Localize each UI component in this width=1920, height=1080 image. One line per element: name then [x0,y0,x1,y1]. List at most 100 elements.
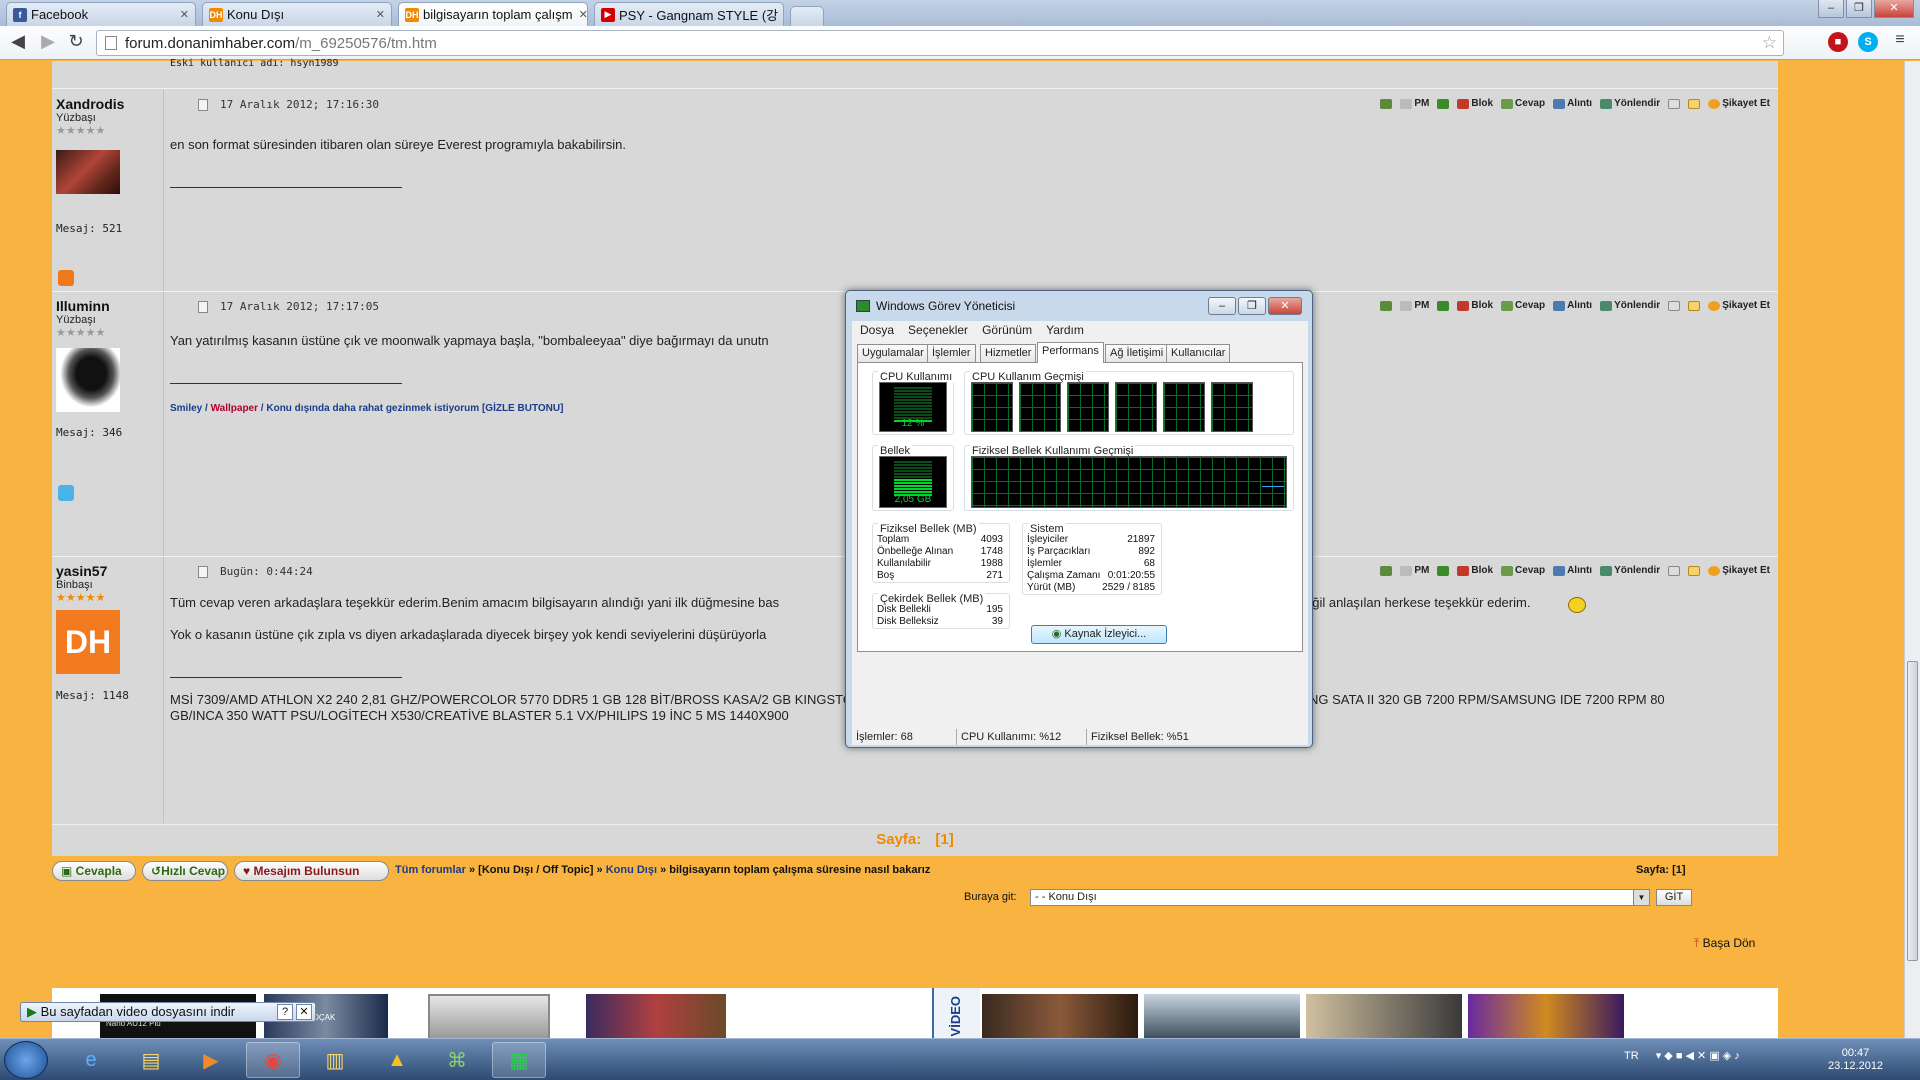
folder-icon[interactable] [1688,565,1701,576]
page-link[interactable]: [1] [1672,864,1685,876]
reply-button[interactable]: Cevap [1501,565,1545,576]
document-icon[interactable] [1668,300,1681,311]
pm-button[interactable]: PM [1400,565,1429,576]
quick-reply-button[interactable]: ↺Hızlı Cevap [142,861,228,881]
rss-icon[interactable] [58,270,74,286]
video-thumbnail[interactable] [1306,994,1462,1040]
task-manager-taskbar-icon[interactable]: ▦ [492,1042,546,1078]
twitter-icon[interactable] [58,485,74,501]
avatar[interactable] [56,150,120,194]
report-button[interactable]: Şikayet Et [1708,565,1770,576]
forward-button[interactable]: Yönlendir [1600,300,1660,311]
chrome-icon[interactable]: ◉ [246,1042,300,1078]
block-button[interactable]: Blok [1457,565,1493,576]
sig-link-wallpaper[interactable]: Wallpaper [211,403,258,414]
video-thumbnail[interactable] [982,994,1138,1040]
breadcrumb-all-forums[interactable]: Tüm forumlar [395,864,466,876]
folder-icon[interactable]: ▤ [124,1042,178,1078]
reply-button[interactable]: Cevap [1501,300,1545,311]
folder-icon[interactable] [1688,300,1701,311]
dh-logo-avatar[interactable]: DH [56,610,120,674]
goto-forum-select[interactable]: - - Konu Dışı ▼ [1030,889,1650,906]
reply-button[interactable]: Cevap [1501,98,1545,109]
internet-explorer-icon[interactable]: e [64,1042,118,1078]
pm-button[interactable]: PM [1400,300,1429,311]
report-button[interactable]: Şikayet Et [1708,98,1770,109]
menu-view[interactable]: Görünüm [982,321,1032,339]
quote-button[interactable]: Alıntı [1553,565,1592,576]
explorer-icon[interactable]: ▥ [308,1042,362,1078]
email-icon[interactable] [1380,300,1393,311]
menu-file[interactable]: Dosya [860,321,894,339]
add-friend-icon[interactable] [1437,300,1450,311]
minimize-button[interactable]: – [1818,0,1844,18]
close-window-button[interactable]: ✕ [1268,297,1302,315]
document-icon[interactable] [1668,98,1681,109]
video-thumbnail[interactable] [1468,994,1624,1040]
forward-arrow-icon[interactable]: ▶ [36,31,60,52]
new-tab-button[interactable] [790,6,824,26]
start-button[interactable] [4,1041,48,1079]
username[interactable]: Illuminn [56,298,110,314]
sig-link-hide[interactable]: Konu dışında daha rahat gezinmek istiyor… [266,403,563,414]
pm-button[interactable]: PM [1400,98,1429,109]
add-friend-icon[interactable] [1437,98,1450,109]
avast-icon[interactable]: ▲ [370,1042,424,1078]
tab-processes[interactable]: İşlemler [927,344,976,362]
report-button[interactable]: Şikayet Et [1708,300,1770,311]
close-icon[interactable]: ✕ [370,8,385,21]
avatar[interactable] [56,348,120,412]
page-scrollbar[interactable] [1904,61,1920,1038]
reload-icon[interactable]: ↻ [64,31,88,52]
chevron-down-icon[interactable]: ▼ [1633,890,1649,905]
maximize-button[interactable]: ❐ [1238,297,1266,315]
sig-link-smiley[interactable]: Smiley [170,403,202,414]
adblock-icon[interactable]: ■ [1828,32,1848,52]
forward-button[interactable]: Yönlendir [1600,565,1660,576]
ad-thumbnail-game[interactable] [586,994,726,1040]
reply-button-main[interactable]: ▣ Cevapla [52,861,136,881]
star-icon[interactable]: ☆ [1762,33,1777,53]
language-indicator[interactable]: TR [1624,1050,1639,1062]
scrollbar-thumb[interactable] [1907,661,1918,961]
close-icon[interactable]: ✕ [573,8,587,21]
back-to-top-link[interactable]: ⤒ Başa Dön [1694,936,1755,951]
tray-icon[interactable]: ▾ ◆ ■ ◀ ✕ ▣ ◈ ♪ [1656,1050,1740,1062]
goto-button[interactable]: GİT [1656,889,1692,906]
forward-button[interactable]: Yönlendir [1600,98,1660,109]
address-bar[interactable]: forum.donanimhaber.com/m_69250576/tm.htm… [96,30,1784,56]
tab-facebook[interactable]: f Facebook ✕ [6,2,196,26]
page-current[interactable]: [1] [935,831,953,848]
tab-users[interactable]: Kullanıcılar [1166,344,1231,362]
username[interactable]: Xandrodis [56,96,124,112]
network-icon[interactable]: ⌘ [430,1042,484,1078]
tab-performance[interactable]: Performans [1037,342,1104,363]
tab-youtube[interactable]: ▶ PSY - Gangnam STYLE (강 ✕ [594,2,784,26]
email-icon[interactable] [1380,98,1393,109]
clock[interactable]: 00:47 23.12.2012 [1828,1047,1883,1073]
menu-icon[interactable]: ≡ [1888,31,1912,49]
close-icon[interactable]: ✕ [296,1004,312,1020]
skype-icon[interactable]: S [1858,32,1878,52]
menu-options[interactable]: Seçenekler [908,321,968,339]
ad-thumbnail-ssd[interactable] [428,994,550,1040]
tab-networking[interactable]: Ağ İletişimi [1105,344,1169,362]
username[interactable]: yasin57 [56,563,107,579]
tab-services[interactable]: Hizmetler [980,344,1037,362]
mark-found-button[interactable]: ♥ Mesajım Bulunsun [234,861,389,881]
breadcrumb-category[interactable]: [Konu Dışı / Off Topic] [478,864,593,876]
back-arrow-icon[interactable]: ◀ [6,31,30,52]
menu-help[interactable]: Yardım [1046,321,1084,339]
add-friend-icon[interactable] [1437,565,1450,576]
quote-button[interactable]: Alıntı [1553,98,1592,109]
folder-icon[interactable] [1688,98,1701,109]
close-icon[interactable]: ✕ [778,8,783,21]
tab-konu-disi[interactable]: DH Konu Dışı ✕ [202,2,392,26]
email-icon[interactable] [1380,565,1393,576]
close-window-button[interactable]: ✕ [1874,0,1914,18]
video-thumbnail[interactable] [1144,994,1300,1040]
tab-current-topic[interactable]: DH bilgisayarın toplam çalışm ✕ [398,2,588,26]
media-player-icon[interactable]: ▶ [184,1042,238,1078]
close-icon[interactable]: ✕ [174,8,189,21]
resource-monitor-button[interactable]: ◉ Kaynak İzleyici... [1031,625,1167,644]
